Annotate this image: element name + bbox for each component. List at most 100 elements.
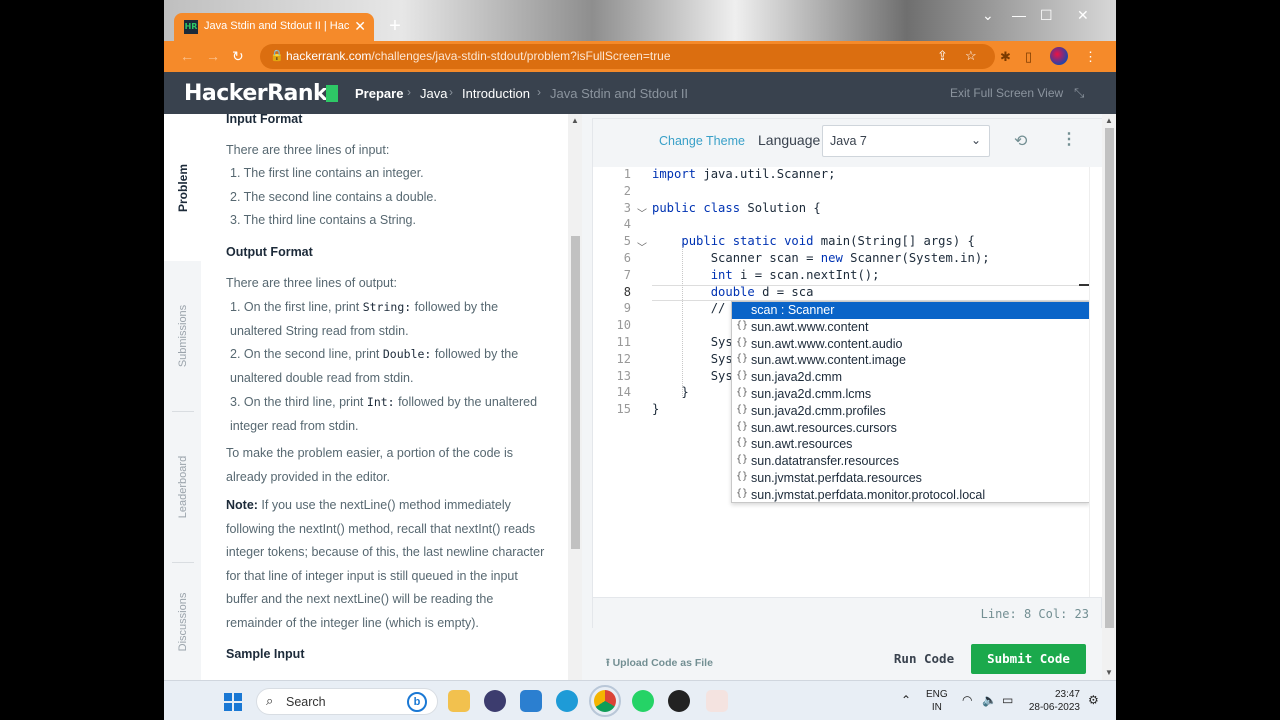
fold-chevron-icon[interactable]: ﹀ [637, 205, 647, 220]
scroll-thumb[interactable] [571, 236, 580, 549]
clock[interactable]: 23:47 28-06-2023 [1026, 688, 1080, 714]
breadcrumb-introduction[interactable]: Introduction [462, 86, 530, 101]
input-language[interactable]: ENG IN [926, 688, 948, 714]
taskbar-search[interactable]: ⌕ Search b [256, 688, 438, 715]
tray-overflow-icon[interactable]: ⌃ [901, 693, 911, 707]
autocomplete-item[interactable]: scan : Scanner [732, 302, 1089, 319]
tab-strip: HR Java Stdin and Stdout II | HackerRank… [164, 0, 1116, 41]
battery-icon[interactable]: ▭ [1002, 693, 1013, 707]
url-field[interactable]: 🔒 hackerrank.com/challenges/java-stdin-s… [260, 44, 995, 69]
sidebar-icon[interactable]: ▯ [1025, 49, 1032, 65]
screen: HR Java Stdin and Stdout II | HackerRank… [0, 0, 1280, 720]
package-icon: {} [736, 437, 749, 449]
editor-scrollbar[interactable] [1089, 167, 1103, 597]
line-number: 1 [623, 167, 631, 181]
submit-code-button[interactable]: Submit Code [971, 644, 1086, 674]
line-number: 3 [623, 200, 631, 215]
tab-submissions[interactable]: Submissions [164, 261, 201, 411]
forward-icon[interactable]: → [206, 48, 220, 64]
bookmark-star-icon[interactable]: ☆ [965, 48, 977, 64]
page-scrollbar[interactable]: ▲ ▼ [1102, 114, 1116, 680]
file-explorer-icon[interactable] [448, 690, 470, 712]
autocomplete-item[interactable]: {} sun.java2d.cmm.lcms [732, 386, 1089, 403]
reload-icon[interactable]: ↻ [232, 48, 244, 65]
language-select[interactable]: Java 7 ⌄ [822, 125, 990, 157]
package-icon: {} [736, 487, 749, 499]
profile-avatar[interactable] [1050, 47, 1068, 65]
eclipse-icon[interactable] [484, 690, 506, 712]
autocomplete-item[interactable]: {} sun.awt.www.content.audio [732, 336, 1089, 353]
package-icon: {} [736, 403, 749, 415]
package-icon: {} [736, 353, 749, 365]
package-icon: {} [736, 471, 749, 482]
browser-menu-icon[interactable]: ⋮ [1084, 49, 1097, 65]
autocomplete-item[interactable]: {} sun.datatransfer.resources [732, 453, 1089, 470]
output-format-heading: Output Format [226, 245, 313, 259]
code-editor: Change Theme Language Java 7 ⌄ ⟲ ⋮ ﹀ ﹀ 1… [592, 118, 1103, 628]
problem-side-tabs: Problem Submissions Leaderboard Discussi… [164, 114, 201, 680]
tab-problem[interactable]: Problem [164, 114, 201, 261]
code-line: } [652, 385, 689, 400]
chrome-icon[interactable] [589, 685, 621, 717]
line-number: 12 [616, 351, 631, 366]
maximize-icon[interactable]: ☐ [1040, 7, 1053, 24]
exit-fullscreen-link[interactable]: Exit Full Screen View [950, 86, 1063, 100]
editor-toolbar: Change Theme Language Java 7 ⌄ ⟲ ⋮ [593, 119, 1103, 167]
scroll-thumb[interactable] [1105, 128, 1114, 628]
breadcrumb-java[interactable]: Java [420, 86, 447, 101]
collapse-icon[interactable]: ⤡ [1074, 85, 1084, 101]
tab-discussions[interactable]: Discussions [164, 563, 201, 680]
sample-input-heading: Sample Input [226, 647, 305, 661]
notification-icon[interactable]: ⚙ [1088, 693, 1099, 707]
autocomplete-item[interactable]: {} sun.java2d.cmm.profiles [732, 403, 1089, 420]
hackerrank-logo[interactable]: HackerRank [184, 81, 328, 106]
autocomplete-popup: scan : Scanner{} sun.awt.www.content{} sun… [731, 301, 1090, 503]
hackerrank-favicon-icon: HR [184, 20, 198, 34]
change-theme-link[interactable]: Change Theme [659, 134, 745, 148]
url-domain: hackerrank.com [286, 49, 372, 63]
code-area[interactable]: ﹀ ﹀ 1 import java.util.Scanner; 2 3 public c… [593, 167, 1103, 597]
autocomplete-item[interactable]: {} sun.jvmstat.perfdata.resources [732, 470, 1089, 487]
code-line: public class Solution { [652, 200, 821, 215]
new-tab-icon[interactable]: + [384, 16, 406, 38]
history-icon[interactable]: ⟲ [1014, 131, 1027, 151]
edge-icon[interactable] [556, 690, 578, 712]
whatsapp-icon[interactable] [632, 690, 654, 712]
vscode-icon[interactable] [520, 690, 542, 712]
back-icon[interactable]: ← [180, 48, 194, 64]
tab-leaderboard[interactable]: Leaderboard [164, 412, 201, 562]
autocomplete-item[interactable]: {} sun.awt.www.content.image [732, 352, 1089, 369]
share-icon[interactable]: ⇪ [937, 48, 948, 64]
scroll-up-icon[interactable]: ▲ [571, 116, 579, 125]
code-line: import java.util.Scanner; [652, 167, 836, 181]
code-line: Sys [652, 351, 733, 366]
autocomplete-item[interactable]: {} sun.awt.resources [732, 436, 1089, 453]
run-code-button[interactable]: Run Code [874, 644, 974, 674]
snipping-tool-icon[interactable] [706, 690, 728, 712]
minimize-icon[interactable]: — [1012, 7, 1026, 23]
autocomplete-item[interactable]: {} sun.awt.resources.cursors [732, 420, 1089, 437]
extension-puzzle-icon[interactable]: ✱ [1000, 49, 1011, 65]
autocomplete-item[interactable]: {} sun.awt.www.content [732, 319, 1089, 336]
browser-tab[interactable]: HR Java Stdin and Stdout II | HackerRank… [174, 13, 374, 41]
hackerrank-header: HackerRank Prepare › Java › Introduction… [164, 72, 1116, 114]
breadcrumb-separator-icon: › [449, 85, 453, 99]
scroll-up-icon[interactable]: ▲ [1105, 116, 1113, 125]
wifi-icon[interactable]: ◠ [962, 693, 972, 707]
tab-search-chevron-icon[interactable]: ⌄ [982, 7, 994, 24]
autocomplete-item[interactable]: {} sun.jvmstat.perfdata.monitor.protocol.… [732, 487, 1089, 504]
autocomplete-item[interactable]: {} sun.java2d.cmm [732, 369, 1089, 386]
close-tab-icon[interactable]: ✕ [354, 18, 366, 35]
list-item: 3. The third line contains a String. [230, 213, 416, 227]
media-player-icon[interactable] [668, 690, 690, 712]
upload-code-button[interactable]: ⭱ Upload Code as File [606, 655, 713, 673]
close-window-icon[interactable]: ✕ [1077, 7, 1089, 24]
windows-start-icon[interactable] [224, 693, 242, 711]
fold-chevron-icon[interactable]: ﹀ [637, 239, 647, 254]
volume-icon[interactable]: 🔈 [982, 693, 997, 707]
breadcrumb-prepare[interactable]: Prepare [355, 86, 403, 101]
problem-scrollbar[interactable]: ▲ [568, 114, 582, 680]
bing-icon[interactable]: b [407, 692, 427, 712]
scroll-down-icon[interactable]: ▼ [1105, 668, 1113, 677]
more-options-icon[interactable]: ⋮ [1061, 129, 1077, 149]
